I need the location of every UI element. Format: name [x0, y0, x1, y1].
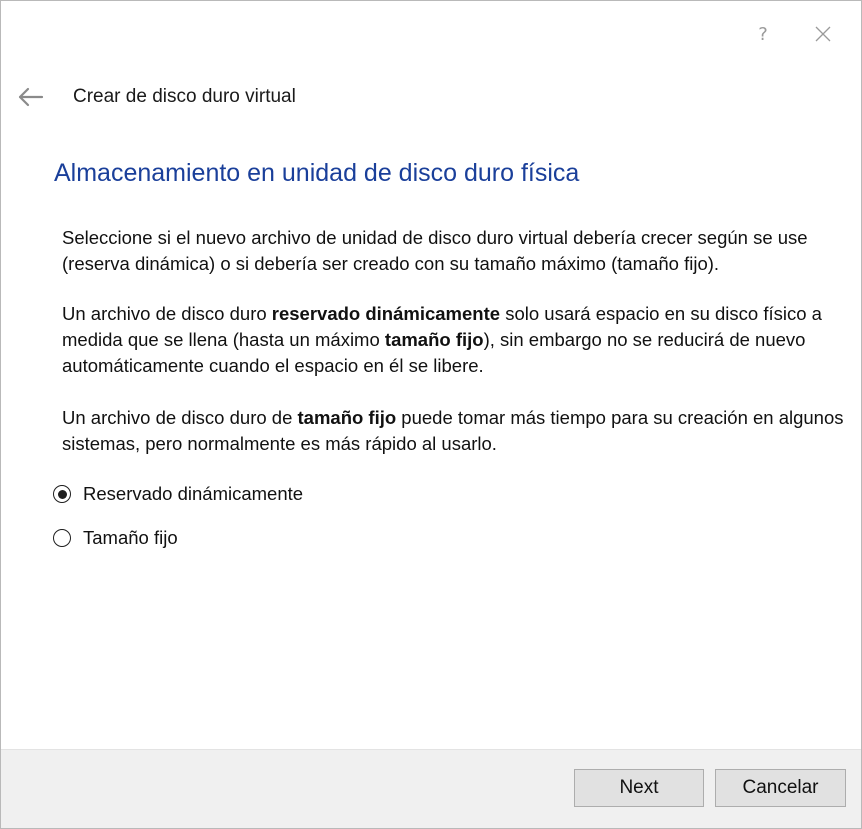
radio-option-dynamic[interactable]: Reservado dinámicamente	[53, 481, 303, 507]
page-heading: Almacenamiento en unidad de disco duro f…	[54, 159, 580, 187]
radio-selected-dot	[57, 489, 67, 499]
arrow-left-icon	[18, 87, 44, 107]
fixed-explanation-paragraph: Un archivo de disco duro de tamaño fijo …	[62, 405, 847, 457]
storage-type-radio-group: Reservado dinámicamente Tamaño fijo	[53, 481, 303, 569]
radio-label-fixed[interactable]: Tamaño fijo	[83, 527, 178, 549]
bold-term-fixed: tamaño fijo	[297, 407, 397, 428]
text-run: Un archivo de disco duro	[62, 303, 272, 324]
close-button[interactable]	[803, 19, 843, 49]
radio-button-dynamic[interactable]	[53, 485, 71, 503]
description-paragraph: Seleccione si el nuevo archivo de unidad…	[62, 227, 808, 274]
bold-term-dynamic: reservado dinámicamente	[271, 303, 501, 324]
title-bar-strip	[1, 1, 861, 7]
cancel-button[interactable]: Cancelar	[715, 769, 846, 807]
wizard-header: Crear de disco duro virtual	[13, 79, 296, 115]
back-button[interactable]	[13, 79, 49, 115]
text-run: Un archivo de disco duro de	[62, 407, 298, 428]
next-button[interactable]: Next	[574, 769, 704, 807]
help-button[interactable]: ?	[743, 19, 783, 49]
dynamic-explanation-paragraph: Un archivo de disco duro reservado dinám…	[62, 301, 847, 379]
close-icon	[815, 26, 831, 42]
wizard-footer: Next Cancelar	[1, 749, 861, 828]
radio-button-fixed[interactable]	[53, 529, 71, 547]
radio-option-fixed[interactable]: Tamaño fijo	[53, 525, 303, 551]
wizard-title: Crear de disco duro virtual	[73, 86, 296, 107]
title-bar-controls: ?	[743, 19, 861, 49]
radio-label-dynamic[interactable]: Reservado dinámicamente	[83, 483, 303, 505]
wizard-window: ? Crear de disco duro virtual Almacenami…	[0, 0, 862, 829]
bold-term-fixed: tamaño fijo	[384, 329, 484, 350]
